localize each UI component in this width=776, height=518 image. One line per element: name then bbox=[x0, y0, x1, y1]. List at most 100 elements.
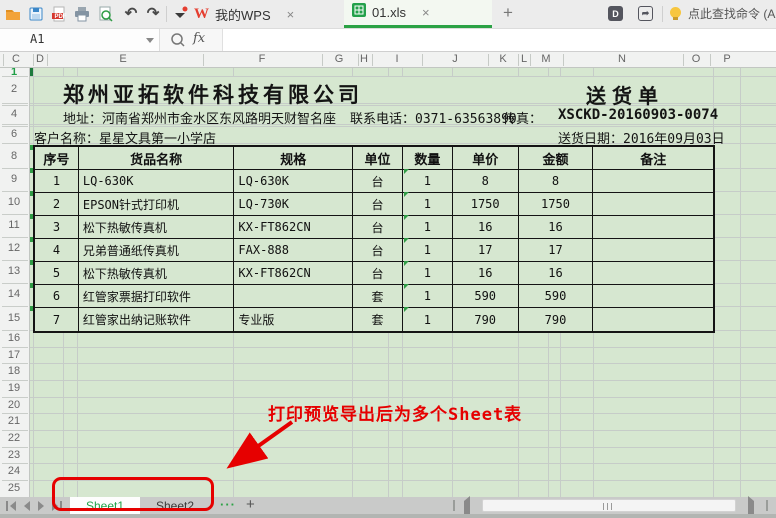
table-cell[interactable]: 台 bbox=[353, 193, 403, 216]
sheet-tab-sheet2[interactable]: Sheet2 bbox=[140, 497, 210, 514]
table-cell[interactable]: KX-FT862CN bbox=[234, 216, 353, 239]
table-cell[interactable]: LQ-630K bbox=[234, 170, 353, 193]
table-cell[interactable]: 8 bbox=[453, 170, 519, 193]
table-cell[interactable]: FAX-888 bbox=[234, 239, 353, 262]
first-sheet-icon[interactable] bbox=[6, 501, 18, 511]
table-cell[interactable] bbox=[593, 285, 713, 308]
table-cell[interactable]: 套 bbox=[353, 308, 403, 331]
row-header-25[interactable]: 25 bbox=[0, 481, 28, 495]
tab-my-wps[interactable]: W 我的WPS × bbox=[186, 0, 302, 28]
magnifier-icon[interactable] bbox=[170, 32, 186, 53]
table-cell[interactable]: 790 bbox=[519, 308, 594, 331]
table-cell[interactable]: 590 bbox=[519, 285, 594, 308]
row-header-11[interactable]: 11 bbox=[0, 218, 28, 232]
row-header-23[interactable]: 23 bbox=[0, 448, 28, 462]
address-cell[interactable]: 地址：河南省郑州市金水区东风路明天财智名座 bbox=[63, 108, 336, 127]
table-cell[interactable]: 4 bbox=[35, 239, 79, 262]
next-sheet-icon[interactable] bbox=[36, 501, 48, 511]
horizontal-scrollbar-thumb[interactable] bbox=[482, 499, 736, 512]
table-header-cell[interactable]: 货品名称 bbox=[79, 147, 235, 170]
table-cell[interactable] bbox=[593, 239, 713, 262]
tab-01-xls[interactable]: 01.xls × bbox=[344, 0, 492, 28]
table-cell[interactable]: 1 bbox=[403, 285, 453, 308]
print-preview-icon[interactable] bbox=[96, 5, 114, 23]
table-cell[interactable] bbox=[593, 170, 713, 193]
table-cell[interactable]: KX-FT862CN bbox=[234, 262, 353, 285]
row-header-12[interactable]: 12 bbox=[0, 241, 28, 255]
formula-input[interactable] bbox=[222, 29, 776, 51]
table-header-cell[interactable]: 单价 bbox=[453, 147, 519, 170]
column-header-I[interactable]: I bbox=[389, 53, 405, 65]
fax-label-cell[interactable]: 传真： bbox=[503, 108, 542, 127]
column-header-M[interactable]: M bbox=[538, 53, 554, 65]
row-header-2[interactable]: 2 bbox=[0, 82, 28, 96]
table-header-cell[interactable]: 金额 bbox=[519, 147, 594, 170]
table-cell[interactable]: 17 bbox=[519, 239, 594, 262]
table-cell[interactable]: 790 bbox=[453, 308, 519, 331]
table-cell[interactable]: 台 bbox=[353, 216, 403, 239]
table-cell[interactable]: 1 bbox=[403, 193, 453, 216]
row-header-6[interactable]: 6 bbox=[0, 127, 28, 141]
row-header-8[interactable]: 8 bbox=[0, 149, 28, 163]
table-cell[interactable]: 16 bbox=[519, 216, 594, 239]
table-cell[interactable]: 6 bbox=[35, 285, 79, 308]
table-cell[interactable]: LQ-730K bbox=[234, 193, 353, 216]
table-cell[interactable]: 1750 bbox=[519, 193, 594, 216]
table-cell[interactable] bbox=[593, 193, 713, 216]
table-cell[interactable]: 1 bbox=[403, 308, 453, 331]
row-header-14[interactable]: 14 bbox=[0, 287, 28, 301]
lightbulb-icon[interactable] bbox=[670, 7, 681, 18]
row-header-10[interactable]: 10 bbox=[0, 195, 28, 209]
table-cell[interactable]: 红管家票据打印软件 bbox=[79, 285, 235, 308]
export-pdf-icon[interactable]: PDF bbox=[50, 5, 68, 23]
table-header-cell[interactable]: 序号 bbox=[35, 147, 79, 170]
add-sheet-button[interactable]: + bbox=[246, 497, 255, 514]
table-cell[interactable]: 1 bbox=[35, 170, 79, 193]
table-cell[interactable]: 台 bbox=[353, 239, 403, 262]
more-sheets-icon[interactable]: ··· bbox=[220, 497, 236, 514]
table-header-cell[interactable]: 规格 bbox=[234, 147, 353, 170]
row-header-13[interactable]: 13 bbox=[0, 264, 28, 278]
redo-icon[interactable]: ↷ bbox=[144, 5, 162, 23]
row-header-4[interactable]: 4 bbox=[0, 107, 28, 121]
table-cell[interactable] bbox=[593, 262, 713, 285]
table-cell[interactable]: 5 bbox=[35, 262, 79, 285]
name-box[interactable]: A1 bbox=[0, 29, 160, 51]
splitter-handle[interactable] bbox=[766, 500, 768, 511]
fx-icon[interactable]: fx bbox=[193, 31, 205, 46]
table-cell[interactable]: EPSON针式打印机 bbox=[79, 193, 235, 216]
order-number-cell[interactable]: XSCKD-20160903-0074 bbox=[558, 107, 718, 123]
table-cell[interactable]: 台 bbox=[353, 262, 403, 285]
open-folder-icon[interactable] bbox=[4, 5, 22, 23]
table-cell[interactable]: 8 bbox=[519, 170, 594, 193]
table-cell[interactable] bbox=[234, 285, 353, 308]
row-header-21[interactable]: 21 bbox=[0, 414, 28, 428]
table-header-cell[interactable]: 备注 bbox=[593, 147, 713, 170]
table-cell[interactable]: 红管家出纳记账软件 bbox=[79, 308, 235, 331]
table-cell[interactable]: 1 bbox=[403, 170, 453, 193]
close-tab-icon[interactable]: × bbox=[287, 7, 295, 22]
undo-icon[interactable]: ↶ bbox=[122, 5, 140, 23]
table-cell[interactable]: 16 bbox=[519, 262, 594, 285]
phone-cell[interactable]: 联系电话：0371-63563890 bbox=[350, 108, 517, 127]
table-cell[interactable]: 7 bbox=[35, 308, 79, 331]
column-header-O[interactable]: O bbox=[688, 53, 704, 65]
print-icon[interactable] bbox=[73, 5, 91, 23]
row-header-9[interactable]: 9 bbox=[0, 172, 28, 186]
column-header-N[interactable]: N bbox=[614, 53, 630, 65]
close-tab-icon[interactable]: × bbox=[422, 5, 430, 20]
row-header-19[interactable]: 19 bbox=[0, 381, 28, 395]
column-header-P[interactable]: P bbox=[719, 53, 735, 65]
table-cell[interactable]: 套 bbox=[353, 285, 403, 308]
column-header-G[interactable]: G bbox=[331, 53, 347, 65]
find-command-hint[interactable]: 点此查找命令 (Alt bbox=[688, 0, 776, 28]
column-header-E[interactable]: E bbox=[115, 53, 131, 65]
table-cell[interactable]: 1750 bbox=[453, 193, 519, 216]
table-cell[interactable]: 1 bbox=[403, 262, 453, 285]
row-header-16[interactable]: 16 bbox=[0, 331, 28, 345]
row-header-17[interactable]: 17 bbox=[0, 348, 28, 362]
table-header-cell[interactable]: 单位 bbox=[353, 147, 403, 170]
column-header-K[interactable]: K bbox=[495, 53, 511, 65]
doc-title-cell[interactable]: 送货单 bbox=[530, 80, 720, 109]
row-header-1[interactable]: 1 bbox=[0, 68, 28, 79]
